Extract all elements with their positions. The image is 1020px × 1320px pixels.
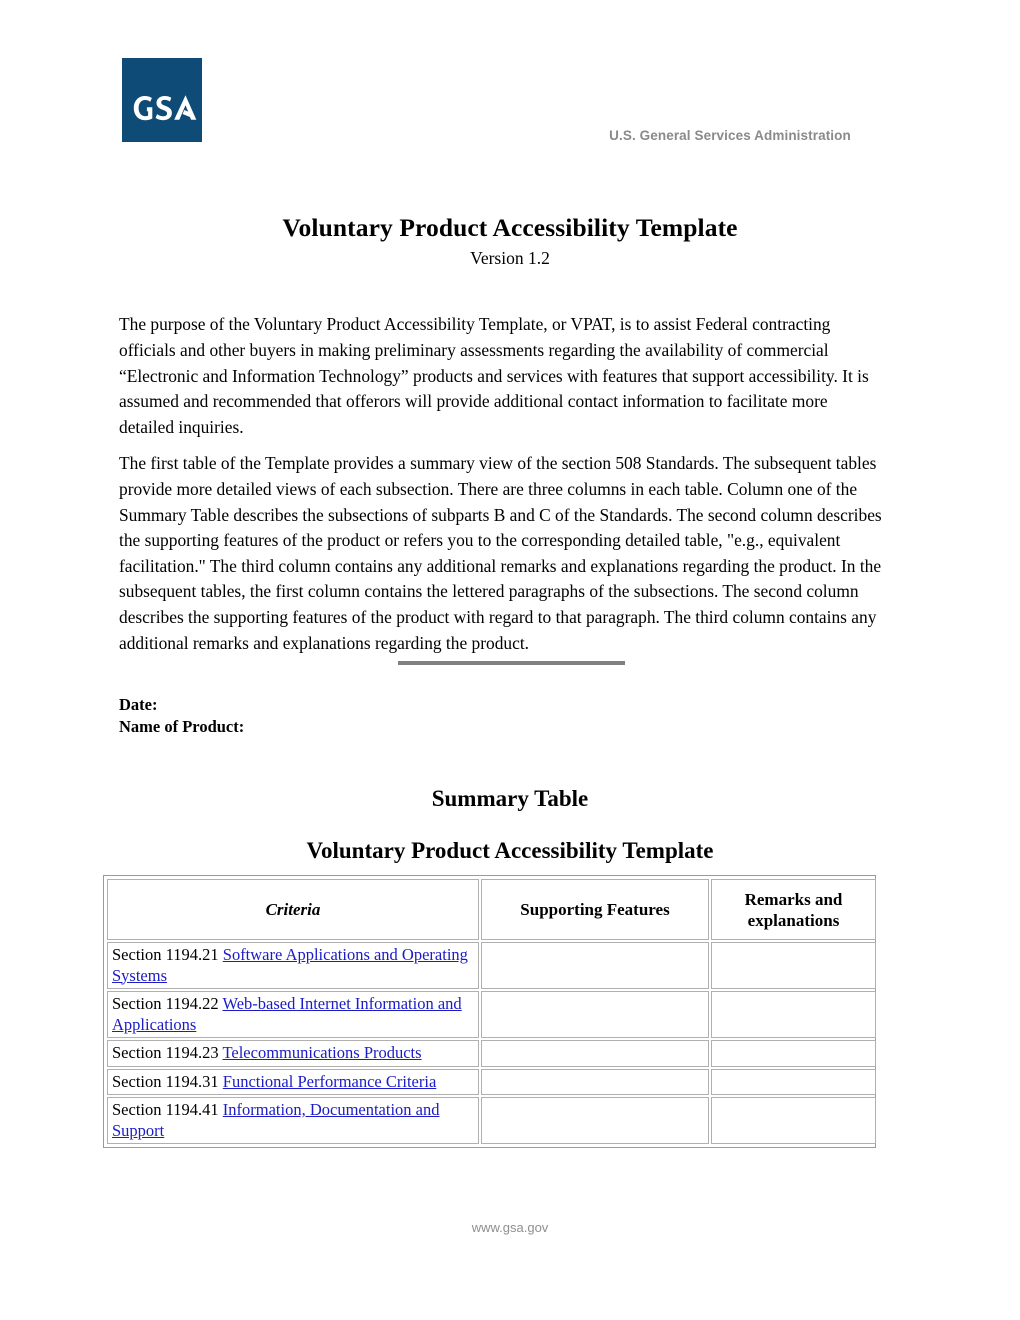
- supporting-features-cell[interactable]: [481, 942, 709, 989]
- criteria-link[interactable]: Functional Performance Criteria: [223, 1072, 437, 1091]
- criteria-link[interactable]: Telecommunications Products: [222, 1043, 421, 1062]
- column-header-supporting-features: Supporting Features: [481, 879, 709, 940]
- section-number: Section 1194.41: [112, 1100, 223, 1119]
- remarks-cell[interactable]: [711, 991, 876, 1038]
- page-header: U.S. General Services Administration: [0, 0, 1020, 175]
- document-title: Voluntary Product Accessibility Template: [282, 213, 738, 242]
- criteria-cell: Section 1194.22 Web-based Internet Infor…: [107, 991, 479, 1038]
- section-number: Section 1194.22: [112, 994, 223, 1013]
- remarks-cell[interactable]: [711, 1068, 876, 1095]
- criteria-cell: Section 1194.31 Functional Performance C…: [107, 1068, 479, 1095]
- column-header-criteria: Criteria: [107, 879, 479, 940]
- criteria-cell: Section 1194.41 Information, Documentati…: [107, 1097, 479, 1144]
- supporting-features-cell[interactable]: [481, 1040, 709, 1067]
- document-page: U.S. General Services Administration Vol…: [0, 0, 1020, 1320]
- supporting-features-cell[interactable]: [481, 1097, 709, 1144]
- summary-table-body: Section 1194.21 Software Applications an…: [107, 942, 876, 1144]
- column-header-remarks: Remarks and explanations: [711, 879, 876, 940]
- remarks-cell[interactable]: [711, 942, 876, 989]
- criteria-cell: Section 1194.23 Telecommunications Produ…: [107, 1040, 479, 1067]
- product-name-label: Name of Product:: [119, 717, 245, 736]
- criteria-cell: Section 1194.21 Software Applications an…: [107, 942, 479, 989]
- intro-paragraph-1: The purpose of the Voluntary Product Acc…: [119, 314, 869, 437]
- summary-table-heading: Summary Table: [431, 786, 589, 811]
- remarks-cell[interactable]: [711, 1097, 876, 1144]
- section-number: Section 1194.21: [112, 945, 223, 964]
- document-version: Version 1.2: [470, 248, 550, 268]
- agency-name: U.S. General Services Administration: [609, 128, 851, 143]
- table-header-row: Criteria Supporting Features Remarks and…: [107, 879, 876, 940]
- summary-table-subheading: Voluntary Product Accessibility Template: [306, 838, 714, 863]
- table-row: Section 1194.41 Information, Documentati…: [107, 1097, 876, 1144]
- summary-table: Criteria Supporting Features Remarks and…: [105, 877, 878, 1146]
- remarks-cell[interactable]: [711, 1040, 876, 1067]
- supporting-features-cell[interactable]: [481, 1068, 709, 1095]
- section-divider: [398, 661, 625, 665]
- table-row: Section 1194.23 Telecommunications Produ…: [107, 1040, 876, 1067]
- table-row: Section 1194.21 Software Applications an…: [107, 942, 876, 989]
- section-number: Section 1194.31: [112, 1071, 223, 1091]
- table-row: Section 1194.22 Web-based Internet Infor…: [107, 991, 876, 1038]
- gsa-logo: [122, 58, 202, 142]
- supporting-features-cell[interactable]: [481, 991, 709, 1038]
- metadata-fields: Date: Name of Product:: [119, 694, 244, 738]
- table-row: Section 1194.31 Functional Performance C…: [107, 1068, 876, 1095]
- section-number: Section 1194.23: [112, 1043, 223, 1062]
- footer-url[interactable]: www.gsa.gov: [110, 1220, 910, 1235]
- intro-paragraph-2: The first table of the Template provides…: [119, 453, 882, 653]
- summary-table-container: Criteria Supporting Features Remarks and…: [103, 875, 876, 1148]
- date-label: Date:: [119, 695, 158, 714]
